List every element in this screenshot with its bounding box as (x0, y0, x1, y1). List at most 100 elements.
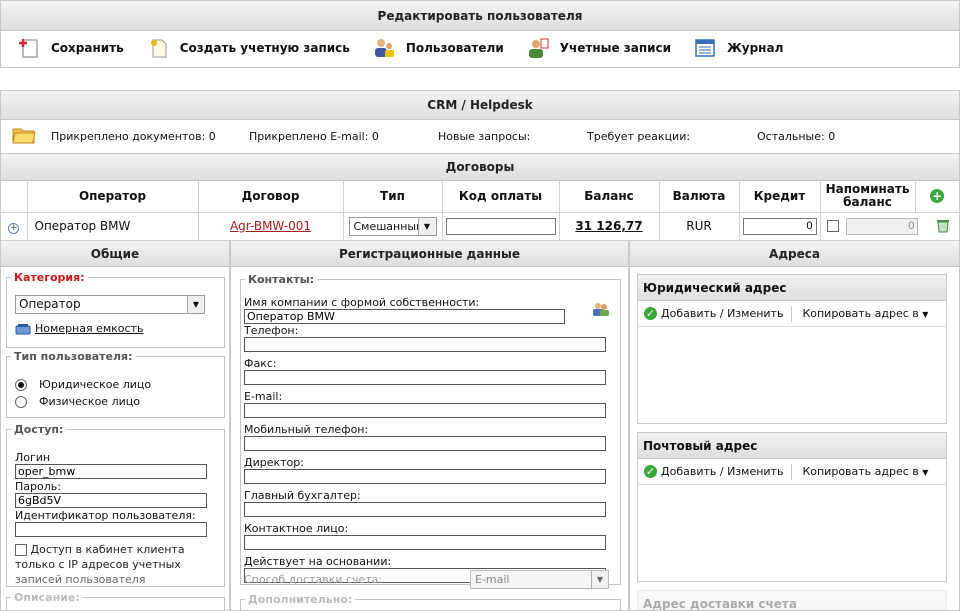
header-credit: Кредит (739, 181, 821, 213)
expand-row-icon[interactable]: + (8, 222, 20, 234)
description-legend: Описание: (14, 591, 80, 604)
add-contract-cell: + (915, 181, 959, 213)
email-input[interactable] (244, 403, 606, 418)
type-cell: Смешанный ▼ (343, 212, 443, 241)
mobile-label: Мобильный телефон: (244, 423, 369, 436)
folder-icon[interactable] (12, 125, 36, 145)
new-requests-count: Новые запросы: (438, 130, 531, 143)
edit-user-toolbar-panel: Редактировать пользователя Сохранить Соз… (0, 0, 960, 68)
legal-entity-label: Юридическое лицо (39, 378, 152, 391)
legal-address-box: Юридический адрес ✓ Добавить / Изменить … (637, 274, 947, 424)
crm-panel: CRM / Helpdesk Прикреплено документов: 0… (0, 90, 960, 153)
row-operator: Оператор BMW (27, 212, 199, 241)
login-label: Логин (15, 451, 51, 464)
remind-balance-checkbox[interactable] (826, 219, 839, 232)
header-operator: Оператор (27, 181, 199, 213)
users-button[interactable]: Пользователи (372, 37, 504, 59)
delivery-select[interactable]: E-mail ▼ (470, 570, 609, 589)
postal-address-tools: ✓ Добавить / Изменить Копировать адрес в… (638, 459, 946, 485)
header-payment-code: Код оплаты (442, 181, 560, 213)
user-id-input[interactable] (15, 522, 207, 537)
addresses-title: Адреса (630, 241, 959, 267)
expand-row-cell: + (1, 212, 28, 241)
divider (791, 463, 793, 480)
contracts-title: Договоры (1, 154, 959, 181)
user-type-fieldset: Тип пользователя: Юридическое лицо Физич… (6, 350, 225, 418)
legal-copy-address-button[interactable]: Копировать адрес в ▼ (802, 307, 928, 320)
journal-icon (695, 39, 715, 57)
save-button[interactable]: Сохранить (17, 37, 124, 59)
radio-unchecked (15, 395, 27, 408)
credit-input[interactable] (742, 217, 817, 235)
balance-cell: 31 126,77 (559, 212, 660, 241)
director-input[interactable] (244, 469, 606, 484)
fax-input[interactable] (244, 370, 606, 385)
individual-radio[interactable]: Физическое лицо (15, 395, 151, 408)
type-select[interactable]: Смешанный ▼ (348, 216, 437, 236)
payment-code-input[interactable] (445, 217, 556, 235)
accountant-input[interactable] (244, 502, 606, 517)
access-fieldset: Доступ: Логин Пароль: Идентификатор поль… (6, 423, 225, 587)
ip-access-option: Доступ в кабинет клиента только с IP адр… (15, 542, 210, 587)
accounts-icon (528, 38, 549, 58)
trash-icon[interactable] (936, 218, 950, 233)
contract-link[interactable]: Agr-BMW-001 (230, 219, 311, 233)
payment-code-cell (442, 212, 560, 241)
general-title: Общие (1, 241, 229, 267)
mobile-input[interactable] (244, 436, 606, 451)
registration-title: Регистрационные данные (231, 241, 628, 267)
individual-label: Физическое лицо (39, 395, 140, 408)
legal-entity-radio[interactable]: Юридическое лицо (15, 378, 151, 391)
ip-access-checkbox[interactable] (15, 544, 27, 556)
balance-link[interactable]: 31 126,77 (575, 219, 642, 233)
divider (791, 305, 793, 322)
delivery-select-value: E-mail (475, 573, 510, 586)
user-type-legend: Тип пользователя: (14, 350, 133, 363)
postal-address-box: Почтовый адрес ✓ Добавить / Изменить Коп… (637, 432, 947, 582)
contacts-lookup-icon[interactable] (592, 301, 610, 317)
delivery-address-title: Адрес доставки счета (638, 591, 946, 610)
registration-column: Регистрационные данные Контакты: Имя ком… (230, 241, 629, 611)
contact-person-input[interactable] (244, 535, 606, 550)
accounts-button[interactable]: Учетные записи (526, 37, 671, 59)
add-contract-icon[interactable]: + (930, 189, 945, 204)
copy-address-label: Копировать адрес в (802, 465, 919, 478)
company-label: Имя компании с формой собственности: (244, 296, 480, 309)
login-input[interactable] (15, 464, 207, 479)
postal-add-edit-button[interactable]: Добавить / Изменить (661, 465, 783, 478)
expand-header-cell (1, 181, 28, 213)
contact-person-label: Контактное лицо: (244, 522, 349, 535)
ip-access-label: Доступ в кабинет клиента (30, 543, 185, 556)
password-label: Пароль: (15, 480, 61, 493)
type-select-value: Смешанный (353, 219, 424, 233)
category-fieldset: Категория: Оператор ▼ Номерная емкость (6, 271, 225, 348)
others-count: Остальные: 0 (757, 130, 836, 143)
chevron-down-icon: ▼ (187, 296, 204, 313)
journal-button[interactable]: Журнал (693, 37, 783, 59)
addresses-column: Адреса Юридический адрес ✓ Добавить / Из… (629, 241, 960, 611)
category-select[interactable]: Оператор ▼ (15, 295, 205, 314)
radio-checked (15, 378, 27, 391)
caret-down-icon: ▼ (922, 468, 929, 477)
remind-balance-input (846, 217, 919, 235)
chevron-down-icon: ▼ (591, 571, 608, 588)
create-account-button[interactable]: Создать учетную запись (146, 37, 350, 59)
postal-copy-address-button[interactable]: Копировать адрес в ▼ (802, 465, 928, 478)
contacts-legend: Контакты: (248, 273, 315, 286)
number-capacity-link-row[interactable]: Номерная емкость (15, 322, 143, 335)
password-input[interactable] (15, 493, 207, 508)
number-capacity-link[interactable]: Номерная емкость (35, 322, 143, 335)
phone-input[interactable] (244, 337, 606, 352)
legal-add-edit-button[interactable]: Добавить / Изменить (661, 307, 783, 320)
contracts-panel: Договоры Оператор Договор Тип Код оплаты… (0, 153, 960, 241)
header-currency: Валюта (659, 181, 740, 213)
add-edit-icon: ✓ (644, 307, 657, 320)
additional-legend: Дополнительно: (248, 593, 353, 606)
add-edit-icon: ✓ (644, 465, 657, 478)
crm-stats: Прикреплено документов: 0 Прикреплено E-… (1, 120, 959, 153)
row-currency: RUR (659, 212, 740, 241)
attached-email-count: Прикреплено E-mail: 0 (249, 130, 379, 143)
accountant-label: Главный бухгалтер: (244, 489, 361, 502)
contract-cell: Agr-BMW-001 (198, 212, 344, 241)
company-input[interactable] (244, 309, 565, 324)
